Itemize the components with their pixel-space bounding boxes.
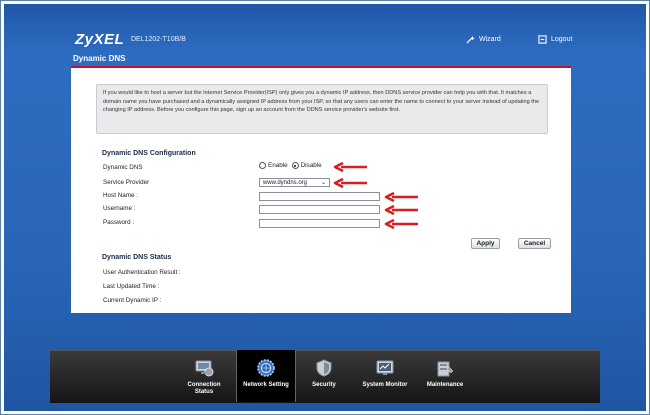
logout-label: Logout: [551, 36, 573, 43]
nav-network-setting-label: Network Setting: [243, 382, 289, 388]
apply-button[interactable]: Apply: [471, 238, 500, 249]
title-divider: [71, 66, 571, 68]
nav-system-monitor-label: System Monitor: [362, 382, 408, 388]
service-provider-select[interactable]: www.dyndns.org ⌄: [259, 178, 330, 187]
monitor-icon: [195, 360, 214, 377]
service-provider-label: Service Provider: [103, 179, 150, 186]
nav-connection-status-label: Connection Status: [187, 382, 221, 395]
user-auth-result-label: User Authentication Result :: [103, 269, 181, 276]
nav-security[interactable]: Security: [297, 350, 351, 402]
brand-logo: ZyXEL: [75, 31, 125, 48]
nav-connection-status[interactable]: Connection Status: [175, 350, 233, 402]
wizard-label: Wizard: [479, 36, 501, 43]
nav-system-monitor[interactable]: System Monitor: [355, 350, 415, 402]
dynamic-dns-radio-group: Enable Disable: [259, 162, 322, 169]
annotation-arrow-password: [384, 219, 418, 229]
status-section-title: Dynamic DNS Status: [102, 254, 172, 261]
chart-monitor-icon: [376, 360, 394, 375]
logout-link[interactable]: Logout: [538, 35, 572, 44]
service-provider-value: www.dyndns.org: [263, 180, 308, 186]
nav-security-label: Security: [312, 382, 336, 388]
nav-maintenance-label: Maintenance: [426, 382, 464, 388]
username-input[interactable]: [259, 205, 380, 214]
enable-label: Enable: [268, 162, 288, 169]
host-name-label: Host Name :: [103, 192, 138, 199]
header-bar: ZyXEL DEL1202-T10B/B Wizard Logout: [71, 26, 572, 67]
password-input[interactable]: [259, 219, 380, 228]
info-box: If you would like to host a server but t…: [96, 84, 548, 134]
shield-icon: [316, 359, 332, 377]
host-name-input[interactable]: [259, 192, 380, 201]
logout-icon: [538, 35, 547, 44]
dynamic-dns-label: Dynamic DNS: [103, 164, 143, 171]
disable-radio[interactable]: [291, 162, 299, 169]
wizard-icon: [466, 35, 475, 44]
annotation-arrow-host-name: [384, 192, 418, 202]
password-label: Password :: [103, 219, 135, 226]
current-dynamic-ip-label: Current Dynamic IP :: [103, 297, 162, 304]
page-title: Dynamic DNS: [73, 54, 126, 63]
toolbox-icon: [437, 361, 454, 377]
chevron-down-icon: ⌄: [320, 180, 326, 186]
username-label: Username :: [103, 205, 136, 212]
last-updated-label: Last Updated Time :: [103, 283, 160, 290]
nav-network-setting[interactable]: Network Setting: [236, 350, 296, 402]
annotation-arrow-username: [384, 205, 418, 215]
cancel-button[interactable]: Cancel: [518, 238, 551, 249]
globe-gear-icon: [257, 359, 275, 377]
wizard-link[interactable]: Wizard: [466, 35, 501, 44]
annotation-arrow-service-provider: [333, 178, 367, 188]
model-number: DEL1202-T10B/B: [131, 36, 186, 43]
enable-radio[interactable]: [259, 162, 266, 169]
nav-maintenance[interactable]: Maintenance: [417, 350, 473, 402]
disable-label: Disable: [300, 162, 322, 169]
config-section-title: Dynamic DNS Configuration: [102, 150, 196, 157]
annotation-arrow-dynamic-dns: [333, 162, 367, 172]
